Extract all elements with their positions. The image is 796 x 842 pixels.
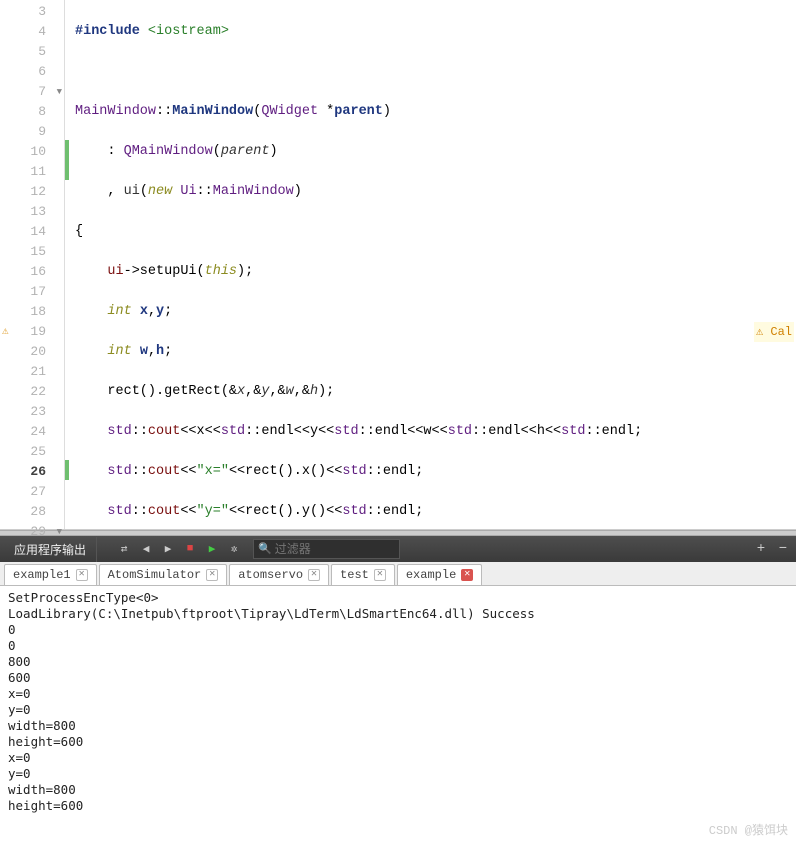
filter-input[interactable] (275, 542, 395, 556)
line-number: 21 (30, 362, 64, 382)
add-button[interactable]: + (752, 541, 770, 557)
settings-icon[interactable]: ✲ (225, 540, 243, 558)
close-icon[interactable]: ✕ (76, 569, 88, 581)
line-number: 11 (30, 162, 64, 182)
line-number: 3 (38, 2, 64, 22)
gutter: 34567▼89101112131415161718⚠1920212223242… (0, 0, 65, 529)
line-number: 20 (30, 342, 64, 362)
gutter-row[interactable]: 21 (0, 362, 64, 382)
tab-label: atomservo (238, 568, 303, 582)
gutter-row[interactable]: 11 (0, 162, 64, 182)
line-number: 9 (38, 122, 64, 142)
gutter-row[interactable]: 16 (0, 262, 64, 282)
warning-icon: ⚠ (756, 325, 763, 339)
stop-icon[interactable]: ■ (181, 540, 199, 558)
panel-toolbar: 应用程序输出 ⇄ ◀ ▶ ■ ▶ ✲ 🔍 + − (0, 536, 796, 562)
tab-label: test (340, 568, 369, 582)
line-number: 28 (30, 502, 64, 522)
gutter-row[interactable]: 4 (0, 22, 64, 42)
tab-label: example (406, 568, 456, 582)
line-number: 4 (38, 22, 64, 42)
line-number: 16 (30, 262, 64, 282)
output-tab[interactable]: AtomSimulator ✕ (99, 564, 228, 585)
gutter-row[interactable]: 18 (0, 302, 64, 322)
line-number: 6 (38, 62, 64, 82)
close-icon[interactable]: ✕ (374, 569, 386, 581)
line-number: 12 (30, 182, 64, 202)
gutter-row[interactable]: ⚠ 19 (0, 322, 64, 342)
filter-box[interactable]: 🔍 (253, 539, 400, 559)
gutter-row[interactable]: 27 (0, 482, 64, 502)
line-number: 19 (30, 322, 64, 342)
gutter-row[interactable]: 7▼ (0, 82, 64, 102)
line-number: 13 (30, 202, 64, 222)
gutter-row[interactable]: 20 (0, 342, 64, 362)
gutter-row[interactable]: 14 (0, 222, 64, 242)
gutter-row[interactable]: 22 (0, 382, 64, 402)
line-number: 5 (38, 42, 64, 62)
line-number: 26 (30, 462, 64, 482)
gutter-row[interactable]: 5 (0, 42, 64, 62)
close-icon[interactable]: ✕ (461, 569, 473, 581)
gutter-row[interactable]: 17 (0, 282, 64, 302)
line-number: 23 (30, 402, 64, 422)
gutter-row[interactable]: 24 (0, 422, 64, 442)
line-number: 17 (30, 282, 64, 302)
line-number: 8 (38, 102, 64, 122)
code-editor[interactable]: 34567▼89101112131415161718⚠1920212223242… (0, 0, 796, 530)
output-tab[interactable]: test ✕ (331, 564, 395, 585)
gutter-row[interactable]: 23 (0, 402, 64, 422)
gutter-row[interactable]: 15 (0, 242, 64, 262)
gutter-row[interactable]: 3 (0, 2, 64, 22)
run-icon[interactable]: ▶ (203, 540, 221, 558)
watermark: CSDN @猿饵块 (709, 821, 788, 838)
line-number: 10 (30, 142, 64, 162)
line-number: 22 (30, 382, 64, 402)
line-number: 27 (30, 482, 64, 502)
output-tab[interactable]: example1 ✕ (4, 564, 97, 585)
prev-icon[interactable]: ◀ (137, 540, 155, 558)
tab-label: example1 (13, 568, 71, 582)
remove-button[interactable]: − (774, 541, 792, 557)
fold-icon[interactable]: ▼ (57, 82, 62, 102)
output-panel: 应用程序输出 ⇄ ◀ ▶ ■ ▶ ✲ 🔍 + − example1✕AtomSi… (0, 536, 796, 842)
gutter-row[interactable]: 13 (0, 202, 64, 222)
fold-icon[interactable]: ▼ (57, 522, 62, 542)
gutter-row[interactable]: 28 (0, 502, 64, 522)
link-icon[interactable]: ⇄ (115, 540, 133, 558)
line-number: 18 (30, 302, 64, 322)
next-icon[interactable]: ▶ (159, 540, 177, 558)
warning-badge[interactable]: ⚠ Cal (754, 322, 794, 342)
close-icon[interactable]: ✕ (308, 569, 320, 581)
output-tabs: example1✕AtomSimulator✕atomservo✕test✕ex… (0, 562, 796, 586)
code-area[interactable]: #include <iostream> MainWindow::MainWind… (69, 0, 796, 529)
tab-label: AtomSimulator (108, 568, 202, 582)
search-icon: 🔍 (258, 542, 272, 556)
gutter-row[interactable]: 10 (0, 142, 64, 162)
gutter-row[interactable]: 9 (0, 122, 64, 142)
gutter-row[interactable]: 12 (0, 182, 64, 202)
gutter-row[interactable]: 6 (0, 62, 64, 82)
warning-icon: ⚠ (2, 322, 9, 342)
gutter-row[interactable]: 8 (0, 102, 64, 122)
line-number: 25 (30, 442, 64, 462)
output-tab[interactable]: example ✕ (397, 564, 482, 585)
line-number: 15 (30, 242, 64, 262)
gutter-row[interactable]: 26 (0, 462, 64, 482)
gutter-row[interactable]: 25 (0, 442, 64, 462)
output-tab[interactable]: atomservo ✕ (229, 564, 329, 585)
line-number: 14 (30, 222, 64, 242)
output-text[interactable]: SetProcessEncType<0> LoadLibrary(C:\Inet… (0, 586, 796, 842)
gutter-row[interactable]: 29▼ (0, 522, 64, 542)
close-icon[interactable]: ✕ (206, 569, 218, 581)
line-number: 24 (30, 422, 64, 442)
